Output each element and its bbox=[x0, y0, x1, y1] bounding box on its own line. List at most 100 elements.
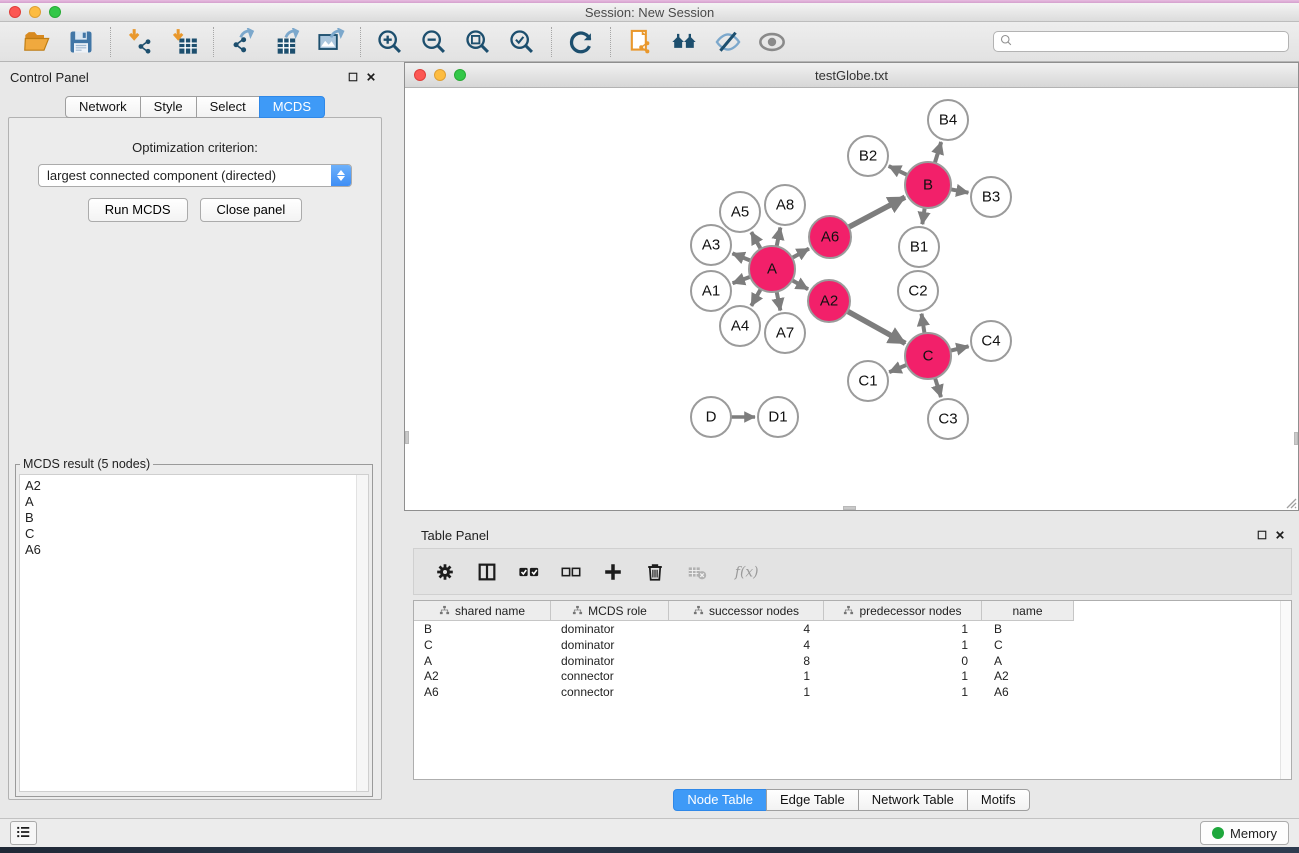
edge-B-B4[interactable] bbox=[935, 142, 941, 163]
table-cell[interactable]: B bbox=[982, 621, 1074, 637]
zoom-selected-icon[interactable] bbox=[505, 26, 539, 58]
edge-C-C3[interactable] bbox=[935, 378, 941, 397]
new-network-file-icon[interactable] bbox=[623, 26, 657, 58]
table-scrollbar[interactable] bbox=[1280, 601, 1291, 779]
edge-A-A8[interactable] bbox=[777, 228, 781, 247]
zoom-fit-icon[interactable] bbox=[461, 26, 495, 58]
tab-network-table[interactable]: Network Table bbox=[858, 789, 968, 811]
search-input[interactable] bbox=[1014, 33, 1288, 50]
table-cell[interactable]: 1 bbox=[824, 621, 982, 637]
table-close-panel-icon[interactable] bbox=[1271, 526, 1289, 544]
edge-A-A4[interactable] bbox=[751, 289, 760, 306]
table-float-panel-icon[interactable] bbox=[1253, 526, 1271, 544]
table-cell[interactable]: 1 bbox=[669, 668, 824, 684]
table-cell[interactable]: A bbox=[414, 653, 551, 669]
mcds-list-scrollbar[interactable] bbox=[356, 475, 368, 791]
zoom-in-icon[interactable] bbox=[373, 26, 407, 58]
optimization-criterion-select[interactable]: largest connected component (directed) bbox=[38, 164, 352, 187]
edge-A-A5[interactable] bbox=[751, 232, 760, 249]
table-cell[interactable]: dominator bbox=[551, 653, 669, 669]
home-neighbors-icon[interactable] bbox=[667, 26, 701, 58]
edge-B-B1[interactable] bbox=[922, 208, 924, 224]
table-cell[interactable]: 4 bbox=[669, 637, 824, 653]
table-cell[interactable]: A6 bbox=[982, 684, 1074, 700]
edge-A-A1[interactable] bbox=[733, 277, 751, 283]
mcds-result-item[interactable]: A bbox=[25, 494, 356, 510]
import-table-icon[interactable] bbox=[167, 26, 201, 58]
open-folder-icon[interactable] bbox=[20, 26, 54, 58]
hide-eye-icon[interactable] bbox=[711, 26, 745, 58]
resize-corner-handle[interactable] bbox=[1283, 495, 1297, 509]
delete-icon[interactable] bbox=[642, 559, 668, 585]
column-header-predecessor-nodes[interactable]: predecessor nodes bbox=[824, 601, 982, 621]
tab-mcds[interactable]: MCDS bbox=[259, 96, 325, 118]
table-row[interactable]: Bdominator41B bbox=[414, 621, 1291, 637]
table-row[interactable]: Adominator80A bbox=[414, 653, 1291, 669]
tab-select[interactable]: Select bbox=[196, 96, 260, 118]
edge-A6-B[interactable] bbox=[849, 197, 905, 227]
task-history-button[interactable] bbox=[10, 821, 37, 845]
column-header-shared-name[interactable]: shared name bbox=[414, 601, 551, 621]
edge-C-C2[interactable] bbox=[922, 314, 925, 334]
mcds-result-item[interactable]: A6 bbox=[25, 542, 356, 558]
mcds-result-item[interactable]: B bbox=[25, 510, 356, 526]
column-header-successor-nodes[interactable]: successor nodes bbox=[669, 601, 824, 621]
edge-C-C4[interactable] bbox=[950, 346, 968, 350]
edge-A-A6[interactable] bbox=[792, 249, 809, 258]
canvas-bottom-scroll-thumb[interactable] bbox=[843, 506, 856, 510]
table-cell[interactable]: 0 bbox=[824, 653, 982, 669]
show-columns-icon[interactable] bbox=[474, 559, 500, 585]
table-cell[interactable]: A bbox=[982, 653, 1074, 669]
run-mcds-button[interactable]: Run MCDS bbox=[88, 198, 188, 222]
tab-motifs[interactable]: Motifs bbox=[967, 789, 1030, 811]
table-cell[interactable]: connector bbox=[551, 668, 669, 684]
table-cell[interactable]: A2 bbox=[982, 668, 1074, 684]
table-cell[interactable]: C bbox=[414, 637, 551, 653]
table-cell[interactable]: 1 bbox=[824, 684, 982, 700]
table-cell[interactable]: 1 bbox=[824, 668, 982, 684]
settings-gear-icon[interactable] bbox=[432, 559, 458, 585]
close-panel-button[interactable]: Close panel bbox=[200, 198, 303, 222]
import-network-icon[interactable] bbox=[123, 26, 157, 58]
table-cell[interactable]: dominator bbox=[551, 637, 669, 653]
canvas-left-scroll-thumb[interactable] bbox=[405, 431, 409, 444]
network-canvas[interactable]: AA1A2A3A4A5A6A7A8BB1B2B3B4CC1C2C3C4DD1 bbox=[405, 88, 1298, 510]
float-panel-icon[interactable] bbox=[344, 68, 362, 86]
column-header-name[interactable]: name bbox=[982, 601, 1074, 621]
table-cell[interactable]: C bbox=[982, 637, 1074, 653]
table-cell[interactable]: B bbox=[414, 621, 551, 637]
deselect-all-icon[interactable] bbox=[558, 559, 584, 585]
edge-A-A7[interactable] bbox=[777, 292, 781, 311]
table-cell[interactable]: 1 bbox=[669, 684, 824, 700]
refresh-icon[interactable] bbox=[564, 26, 598, 58]
save-icon[interactable] bbox=[64, 26, 98, 58]
export-table-icon[interactable] bbox=[270, 26, 304, 58]
table-row[interactable]: Cdominator41C bbox=[414, 637, 1291, 653]
zoom-out-icon[interactable] bbox=[417, 26, 451, 58]
mcds-result-item[interactable]: A2 bbox=[25, 478, 356, 494]
edge-B-B2[interactable] bbox=[889, 166, 908, 175]
table-row[interactable]: A6connector11A6 bbox=[414, 684, 1291, 700]
tab-node-table[interactable]: Node Table bbox=[673, 789, 767, 811]
table-cell[interactable]: A6 bbox=[414, 684, 551, 700]
edge-C-C1[interactable] bbox=[889, 365, 907, 372]
tab-style[interactable]: Style bbox=[140, 96, 197, 118]
edge-A-A2[interactable] bbox=[792, 280, 808, 289]
select-all-icon[interactable] bbox=[516, 559, 542, 585]
edge-A-A3[interactable] bbox=[732, 253, 750, 260]
close-panel-icon[interactable] bbox=[362, 68, 380, 86]
network-graph[interactable]: AA1A2A3A4A5A6A7A8BB1B2B3B4CC1C2C3C4DD1 bbox=[405, 88, 1298, 510]
export-network-icon[interactable] bbox=[226, 26, 260, 58]
table-cell[interactable]: A2 bbox=[414, 668, 551, 684]
show-eye-icon[interactable] bbox=[755, 26, 789, 58]
edge-A2-C[interactable] bbox=[847, 311, 905, 343]
canvas-right-scroll-thumb[interactable] bbox=[1294, 432, 1298, 445]
memory-button[interactable]: Memory bbox=[1200, 821, 1289, 845]
table-cell[interactable]: 4 bbox=[669, 621, 824, 637]
tab-network[interactable]: Network bbox=[65, 96, 141, 118]
table-row[interactable]: A2connector11A2 bbox=[414, 668, 1291, 684]
search-box[interactable] bbox=[993, 31, 1289, 52]
column-header-MCDS-role[interactable]: MCDS role bbox=[551, 601, 669, 621]
edge-B-B3[interactable] bbox=[951, 189, 969, 192]
add-icon[interactable] bbox=[600, 559, 626, 585]
